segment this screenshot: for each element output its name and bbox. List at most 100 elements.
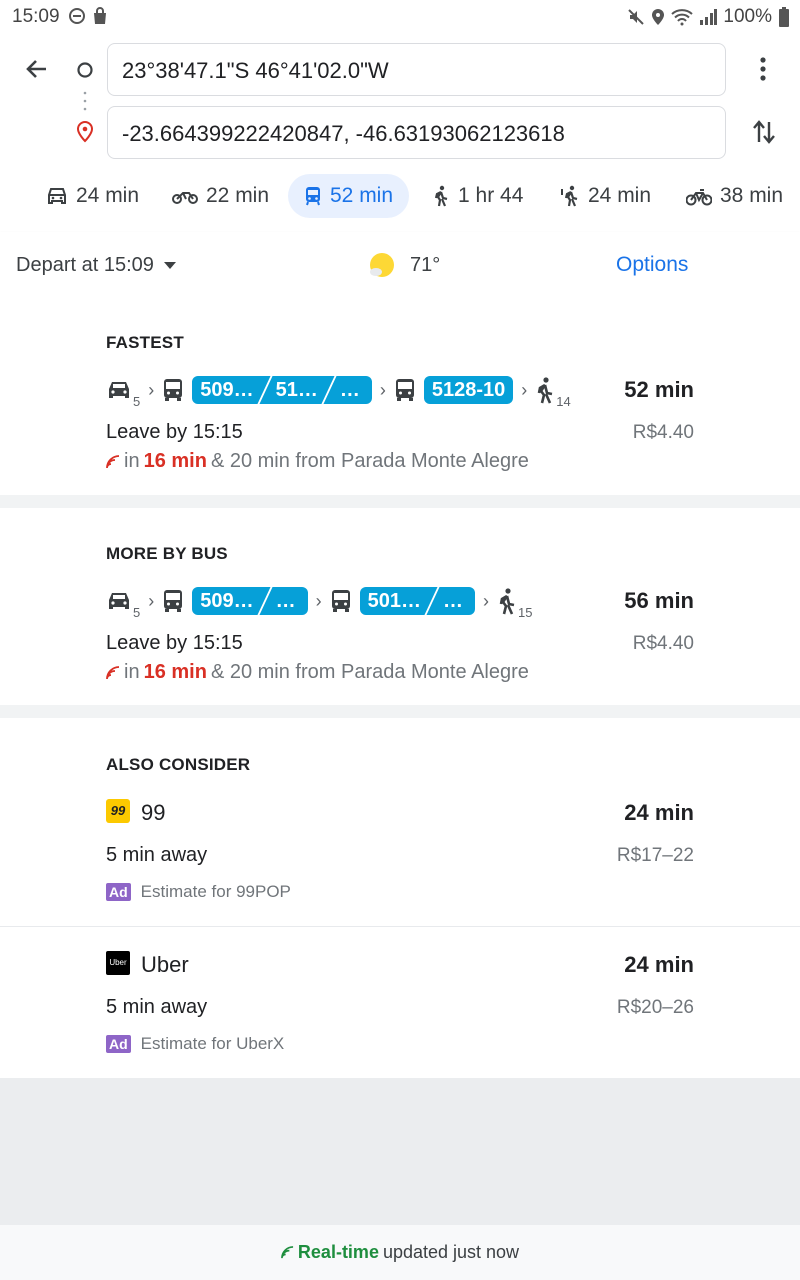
- car-duration-sub: 5: [133, 605, 141, 620]
- bus-line-badge: 5128-10: [423, 376, 514, 404]
- realtime-suffix: & 20 min from Parada Monte Alegre: [210, 450, 529, 472]
- route-card-more-by-bus[interactable]: MORE BY BUS 5 › 509… … › 501… … › 15 56 …: [0, 508, 800, 705]
- route-duration: 56 min: [624, 588, 694, 613]
- 99-logo: 99: [106, 799, 130, 823]
- origin-input[interactable]: 23°38'47.1"S 46°41'02.0"W: [107, 43, 726, 96]
- chevron-right-icon: ›: [148, 590, 155, 611]
- back-arrow-icon[interactable]: [24, 56, 50, 82]
- car-icon: [109, 382, 129, 398]
- also-consider-section: ALSO CONSIDER 99 99 24 min 5 min away R$…: [0, 718, 800, 1078]
- car-icon: [109, 593, 129, 609]
- tab-bike[interactable]: 38 min: [686, 174, 783, 218]
- bus-line-badge: 501… …: [359, 587, 475, 615]
- bus-icon: [164, 590, 183, 612]
- realtime-prefix: in: [124, 450, 140, 472]
- empty-area: [0, 1078, 800, 1225]
- realtime-prefix: in: [124, 661, 140, 683]
- depart-label: Depart at 15:09: [16, 254, 154, 276]
- section-title: ALSO CONSIDER: [106, 755, 251, 774]
- realtime-signal-icon: [106, 665, 120, 679]
- status-time: 15:09: [12, 6, 60, 27]
- ride-price: R$17–22: [616, 845, 694, 866]
- bus-line-label: …: [442, 590, 463, 612]
- swap-icon[interactable]: [751, 118, 777, 146]
- estimate-label: Estimate for 99POP: [140, 882, 291, 901]
- tab-walk-label: 1 hr 44: [458, 184, 524, 207]
- card-separator: [0, 705, 800, 718]
- bus-icon: [331, 590, 350, 612]
- chevron-right-icon: ›: [315, 590, 322, 611]
- transit-icon: [306, 187, 320, 206]
- ride-duration: 24 min: [624, 800, 694, 825]
- walk-duration-sub: 15: [517, 605, 533, 620]
- tab-ride-service[interactable]: 24 min: [560, 174, 651, 218]
- realtime-signal-icon: [281, 1246, 294, 1259]
- tab-drive[interactable]: 24 min: [46, 174, 139, 218]
- route-steps: 5 › 509… 51… … › 5128-10 › 14: [106, 373, 571, 409]
- realtime-minutes: 16 min: [143, 661, 207, 683]
- uber-logo: Uber: [106, 951, 130, 975]
- ride-option-uber[interactable]: Uber Uber 24 min 5 min away R$20–26 Ad E…: [0, 940, 800, 1078]
- bike-icon: [686, 189, 712, 206]
- battery-percent: 100%: [723, 6, 772, 27]
- options-button[interactable]: Options: [616, 253, 688, 277]
- realtime-label: Real-time: [297, 1242, 379, 1262]
- bus-line-label: 509…: [200, 379, 254, 401]
- car-icon: [48, 188, 66, 204]
- bus-line-label: …: [275, 590, 296, 612]
- ad-badge: Ad: [106, 883, 131, 901]
- bus-line-badge: 509… 51… …: [192, 376, 372, 404]
- weather: 71°: [368, 251, 440, 279]
- realtime-minutes: 16 min: [143, 450, 207, 472]
- ad-badge: Ad: [106, 1035, 131, 1053]
- bus-line-label: …: [339, 379, 360, 401]
- fare: R$4.40: [632, 422, 694, 443]
- shopping-bag-icon: [94, 7, 106, 24]
- bus-line-label: 501…: [367, 590, 421, 612]
- bus-line-badge: 509… …: [192, 587, 308, 615]
- bus-icon: [164, 379, 183, 401]
- depart-bar: Depart at 15:09 71° Options: [0, 232, 800, 298]
- do-not-disturb-icon: [69, 8, 85, 24]
- weather-sun-icon: [370, 253, 394, 277]
- more-options-icon[interactable]: [753, 56, 773, 82]
- provider-name: 99: [141, 800, 166, 825]
- ad-estimate: Ad Estimate for 99POP: [106, 882, 291, 902]
- route-dots: [83, 91, 87, 111]
- car-duration-sub: 5: [133, 394, 141, 409]
- tab-transit[interactable]: 52 min: [288, 174, 410, 218]
- walk-icon: [434, 185, 448, 207]
- travel-mode-tabs: 24 min 22 min 52 min 1 hr 44 24 min 38 m…: [0, 172, 800, 220]
- bus-line-label: 509…: [200, 590, 254, 612]
- walk-icon: [499, 588, 515, 615]
- ride-service-icon: [561, 185, 578, 207]
- estimate-label: Estimate for UberX: [140, 1034, 285, 1053]
- destination-input[interactable]: -23.664399222420847, -46.63193062123618: [107, 106, 726, 159]
- updated-label: updated just now: [382, 1242, 520, 1262]
- tab-bike-label: 38 min: [720, 184, 784, 207]
- chevron-right-icon: ›: [379, 379, 386, 400]
- tab-motorcycle[interactable]: 22 min: [172, 174, 269, 218]
- ride-option-99[interactable]: 99 99 24 min 5 min away R$17–22 Ad Estim…: [0, 788, 800, 926]
- origin-circle-icon: [77, 62, 93, 78]
- battery-icon: [779, 7, 789, 27]
- ride-duration: 24 min: [624, 952, 694, 977]
- route-duration: 52 min: [624, 377, 694, 402]
- realtime-info: in 16 min & 20 min from Parada Monte Ale…: [106, 450, 529, 473]
- depart-time-selector[interactable]: Depart at 15:09: [16, 254, 176, 277]
- realtime-info: in 16 min & 20 min from Parada Monte Ale…: [106, 661, 529, 684]
- section-title: MORE BY BUS: [106, 544, 228, 563]
- dropdown-arrow-icon: [163, 261, 176, 269]
- provider-name: Uber: [141, 952, 189, 977]
- ride-eta: 5 min away: [106, 844, 208, 866]
- weather-temperature: 71°: [410, 253, 441, 276]
- tab-walk[interactable]: 1 hr 44: [432, 174, 523, 218]
- realtime-signal-icon: [106, 454, 120, 468]
- bus-line-label: 51…: [275, 379, 318, 401]
- walk-duration-sub: 14: [556, 394, 571, 409]
- signal-icon: [700, 9, 718, 25]
- realtime-footer: Real-time updated just now: [0, 1225, 800, 1280]
- route-card-fastest[interactable]: FASTEST 5 › 509… 51… … › 5128-10 › 14 52…: [0, 298, 800, 495]
- tab-transit-label: 52 min: [330, 184, 394, 207]
- bus-line-label: 5128-10: [431, 379, 506, 401]
